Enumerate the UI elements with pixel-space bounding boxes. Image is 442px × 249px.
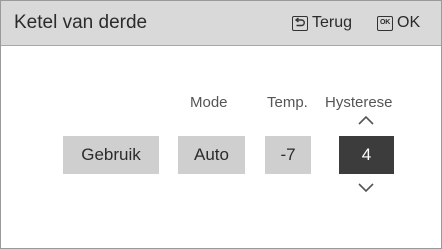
hysteresis-column-label: Hysterese xyxy=(325,94,393,111)
return-arrow-icon xyxy=(292,15,308,31)
back-button[interactable]: Terug xyxy=(292,1,352,45)
hysteresis-field[interactable]: 4 xyxy=(339,136,394,174)
temp-field[interactable]: -7 xyxy=(265,136,311,174)
ok-key-icon: OK xyxy=(377,15,393,31)
ok-label: OK xyxy=(397,14,421,31)
usage-field[interactable]: Gebruik xyxy=(63,136,159,174)
settings-screen: Ketel van derde Terug OK OK Mode Temp. H… xyxy=(0,0,442,249)
back-label: Terug xyxy=(312,14,353,31)
mode-column-label: Mode xyxy=(190,94,228,111)
chevron-up-icon[interactable] xyxy=(356,114,376,126)
header-bar: Ketel van derde Terug OK OK xyxy=(1,1,441,46)
temp-column-label: Temp. xyxy=(267,94,308,111)
mode-field[interactable]: Auto xyxy=(178,136,245,174)
chevron-down-icon[interactable] xyxy=(356,182,376,194)
page-title: Ketel van derde xyxy=(14,12,148,33)
ok-button[interactable]: OK OK xyxy=(377,1,420,45)
